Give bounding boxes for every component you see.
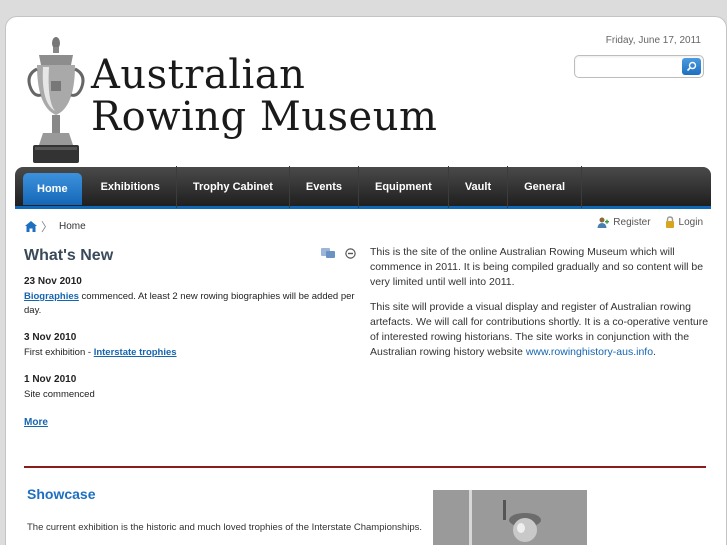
current-date: Friday, June 17, 2011 bbox=[605, 35, 701, 46]
intro-paragraph-2: This site will provide a visual display … bbox=[370, 300, 710, 360]
news-item: 3 Nov 2010 First exhibition - Interstate… bbox=[24, 332, 364, 360]
site-title[interactable]: Australian Rowing Museum bbox=[91, 54, 437, 138]
breadcrumb-current: Home bbox=[59, 221, 86, 232]
news-item: 23 Nov 2010 Biographies commenced. At le… bbox=[24, 276, 364, 318]
nav-vault[interactable]: Vault bbox=[449, 165, 509, 208]
register-label: Register bbox=[613, 216, 651, 228]
nav-general[interactable]: General bbox=[508, 165, 583, 208]
nav-exhibitions[interactable]: Exhibitions bbox=[85, 165, 177, 208]
showcase-title: Showcase bbox=[27, 486, 96, 502]
whats-new-title: What's New bbox=[24, 247, 114, 264]
showcase-image[interactable] bbox=[433, 490, 587, 545]
interstate-trophies-link[interactable]: Interstate trophies bbox=[94, 347, 177, 358]
intro-paragraph-2-end: . bbox=[653, 346, 656, 358]
nav-events[interactable]: Events bbox=[290, 165, 359, 208]
news-text: Biographies commenced. At least 2 new ro… bbox=[24, 290, 364, 318]
trophy-logo[interactable] bbox=[25, 35, 87, 167]
news-date: 1 Nov 2010 bbox=[24, 374, 77, 385]
breadcrumb-separator: 〉 bbox=[41, 220, 54, 234]
search-button[interactable] bbox=[682, 58, 701, 75]
search-box bbox=[574, 55, 704, 78]
register-icon bbox=[597, 217, 610, 228]
collapse-icon[interactable] bbox=[345, 247, 356, 259]
news-prefix: First exhibition - bbox=[24, 347, 94, 358]
login-label: Login bbox=[678, 216, 703, 228]
intro-paragraph-1: This is the site of the online Australia… bbox=[370, 246, 704, 288]
breadcrumb: 〉 Home bbox=[25, 218, 86, 235]
search-icon bbox=[686, 61, 697, 72]
page: Australian Rowing Museum Friday, June 17… bbox=[15, 28, 715, 545]
news-list: 23 Nov 2010 Biographies commenced. At le… bbox=[24, 276, 364, 416]
nav-equipment[interactable]: Equipment bbox=[359, 165, 449, 208]
site-title-line1: Australian bbox=[91, 52, 306, 98]
register-link[interactable]: Register bbox=[597, 216, 651, 228]
news-date: 3 Nov 2010 bbox=[24, 332, 77, 343]
news-item: 1 Nov 2010 Site commenced bbox=[24, 374, 364, 402]
main-nav: Home Exhibitions Trophy Cabinet Events E… bbox=[15, 165, 711, 209]
rowing-history-link[interactable]: www.rowinghistory-aus.info bbox=[526, 346, 653, 358]
showcase-text: The current exhibition is the historic a… bbox=[27, 522, 422, 533]
search-input[interactable] bbox=[579, 58, 679, 75]
options-icon[interactable] bbox=[321, 247, 336, 259]
site-title-line2: Rowing Museum bbox=[91, 94, 438, 140]
news-body: Site commenced bbox=[24, 389, 95, 400]
lock-icon bbox=[665, 216, 674, 228]
nav-trophy-cabinet[interactable]: Trophy Cabinet bbox=[177, 165, 290, 208]
biographies-link[interactable]: Biographies bbox=[24, 291, 79, 302]
user-links: Register Login bbox=[597, 216, 703, 228]
news-date: 23 Nov 2010 bbox=[24, 276, 82, 287]
trophy-figure-image bbox=[433, 490, 587, 545]
more-link[interactable]: More bbox=[24, 417, 48, 428]
section-divider bbox=[24, 466, 706, 468]
nav-home[interactable]: Home bbox=[23, 173, 82, 205]
home-icon[interactable] bbox=[25, 221, 37, 232]
intro-text: This is the site of the online Australia… bbox=[370, 245, 710, 370]
whats-new-controls bbox=[321, 247, 356, 259]
news-text: First exhibition - Interstate trophies bbox=[24, 346, 364, 360]
login-link[interactable]: Login bbox=[665, 216, 703, 228]
